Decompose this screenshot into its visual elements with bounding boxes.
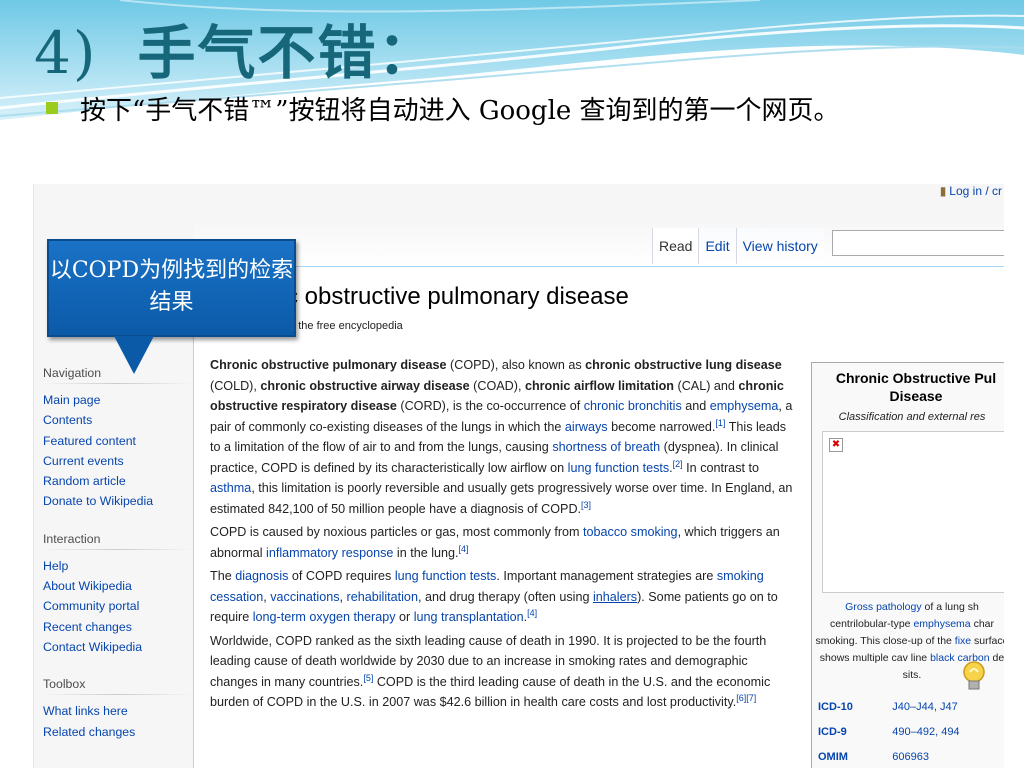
link-tobacco-smoking[interactable]: tobacco smoking <box>583 525 678 539</box>
sidebar-item-community-portal[interactable]: Community portal <box>43 596 193 616</box>
infobox-title: Chronic Obstructive Pul Disease <box>812 363 1004 407</box>
sidebar-toolbox-list: What links here Related changes <box>34 701 193 742</box>
article-body: Chronic obstructive pulmonary disease (C… <box>210 355 795 716</box>
citation[interactable]: [4] <box>459 543 469 553</box>
sidebar-item-about-wikipedia[interactable]: About Wikipedia <box>43 576 193 596</box>
code-system[interactable]: OMIM <box>812 744 886 768</box>
code-system[interactable]: ICD-9 <box>812 719 886 744</box>
infobox-code-row: ICD-9 490–492, 494 <box>812 719 1004 744</box>
bold-term: Chronic obstructive pulmonary disease <box>210 358 447 372</box>
link-lung-transplantation[interactable]: lung transplantation <box>414 610 524 624</box>
paragraph-3: The diagnosis of COPD requires lung func… <box>210 569 778 624</box>
sidebar-item-featured-content[interactable]: Featured content <box>43 431 193 451</box>
login-link[interactable]: ▮ Log in / cr <box>940 184 1002 198</box>
slide-title-number: 4) <box>34 19 98 87</box>
sidebar-item-main-page[interactable]: Main page <box>43 390 193 410</box>
link-emphysema[interactable]: emphysema <box>913 618 970 630</box>
search-input[interactable] <box>832 230 1004 256</box>
user-icon: ▮ <box>939 184 947 198</box>
infobox-code-row: OMIM 606963 <box>812 744 1004 768</box>
tab-read[interactable]: Read <box>652 228 699 264</box>
link-lung-function-tests[interactable]: lung function tests <box>568 461 670 475</box>
paragraph-1: Chronic obstructive pulmonary disease (C… <box>210 358 793 516</box>
lightbulb-icon <box>963 661 985 690</box>
citation[interactable]: [2] <box>673 458 683 468</box>
slide-title-text: 手气不错： <box>137 19 438 87</box>
link-fixe[interactable]: fixe <box>955 635 971 647</box>
link-emphysema[interactable]: emphysema <box>710 399 779 413</box>
link-shortness-of-breath[interactable]: shortness of breath <box>552 440 660 454</box>
link-gross-pathology[interactable]: Gross pathology <box>845 601 921 613</box>
callout-box: 以COPD为例找到的检索结果 <box>47 239 296 337</box>
sidebar-heading-toolbox: Toolbox <box>43 677 193 696</box>
sidebar-item-related-changes[interactable]: Related changes <box>43 722 193 742</box>
link-chronic-bronchitis[interactable]: chronic bronchitis <box>584 399 682 413</box>
link-rehabilitation[interactable]: rehabilitation <box>347 590 418 604</box>
link-inflammatory-response[interactable]: inflammatory response <box>266 546 393 560</box>
citation[interactable]: [6][7] <box>736 693 756 703</box>
sidebar-item-random-article[interactable]: Random article <box>43 471 193 491</box>
code-value[interactable]: 490–492, 494 <box>886 719 1004 744</box>
citation[interactable]: [3] <box>581 499 591 509</box>
bullet-text: 按下“手气不错™”按钮将自动进入 Google 查询到的第一个网页。 <box>80 96 840 126</box>
code-value[interactable]: 606963 <box>886 744 1004 768</box>
login-label: Log in / cr <box>949 184 1002 198</box>
infobox-subtitle: Classification and external res <box>838 411 986 423</box>
infobox-image[interactable]: ✖ <box>822 431 1004 593</box>
paragraph-2: COPD is caused by noxious particles or g… <box>210 525 780 560</box>
citation[interactable]: [4] <box>527 608 537 618</box>
bullet-marker <box>46 102 58 114</box>
sidebar-interaction-list: Help About Wikipedia Community portal Recen… <box>34 556 193 657</box>
code-system[interactable]: ICD-10 <box>812 694 886 719</box>
article-tagline: a, the free encyclopedia <box>286 320 403 332</box>
slide-title: 4) 手气不错： <box>34 18 438 88</box>
bold-term: chronic obstructive lung disease <box>585 358 782 372</box>
link-asthma[interactable]: asthma <box>210 481 251 495</box>
link-lung-function-tests[interactable]: lung function tests <box>395 569 497 583</box>
sidebar: Navigation Main page Contents Featured con… <box>34 344 193 742</box>
tab-view-history[interactable]: View history <box>735 228 824 264</box>
infobox: Chronic Obstructive Pul Disease Classifi… <box>811 362 1004 768</box>
sidebar-item-donate-to-wikipedia[interactable]: Donate to Wikipedia <box>43 491 193 511</box>
page-tabs: Read Edit View history <box>652 228 824 264</box>
infobox-codes-table: ICD-10 J40–J44, J47 ICD-9 490–492, 494 OMIM 6… <box>812 694 1004 768</box>
sidebar-item-contents[interactable]: Contents <box>43 410 193 430</box>
sidebar-navigation-list: Main page Contents Featured content Current… <box>34 390 193 512</box>
citation[interactable]: [1] <box>715 417 725 427</box>
link-inhalers[interactable]: inhalers <box>593 590 637 604</box>
link-long-term-oxygen-therapy[interactable]: long-term oxygen therapy <box>253 610 396 624</box>
link-vaccinations[interactable]: vaccinations <box>270 590 339 604</box>
sidebar-item-current-events[interactable]: Current events <box>43 451 193 471</box>
sidebar-item-recent-changes[interactable]: Recent changes <box>43 617 193 637</box>
citation[interactable]: [5] <box>363 672 373 682</box>
article-title: c obstructive pulmonary disease <box>286 283 629 310</box>
sidebar-heading-interaction: Interaction <box>43 531 193 550</box>
sidebar-item-what-links-here[interactable]: What links here <box>43 701 193 721</box>
paragraph-4: Worldwide, COPD ranked as the sixth lead… <box>210 633 771 710</box>
code-value[interactable]: J40–J44, J47 <box>886 694 1004 719</box>
link-airways[interactable]: airways <box>565 420 608 434</box>
article-content: c obstructive pulmonary disease a, the f… <box>193 266 1004 768</box>
link-diagnosis[interactable]: diagnosis <box>235 569 288 583</box>
bold-term: chronic obstructive airway disease <box>260 378 470 393</box>
tab-edit[interactable]: Edit <box>698 228 736 264</box>
infobox-code-row: ICD-10 J40–J44, J47 <box>812 694 1004 719</box>
sidebar-item-contact-wikipedia[interactable]: Contact Wikipedia <box>43 637 193 657</box>
bold-term: chronic airflow limitation <box>524 378 674 393</box>
broken-image-icon: ✖ <box>829 438 843 452</box>
sidebar-item-help[interactable]: Help <box>43 556 193 576</box>
callout-pointer <box>114 336 154 374</box>
